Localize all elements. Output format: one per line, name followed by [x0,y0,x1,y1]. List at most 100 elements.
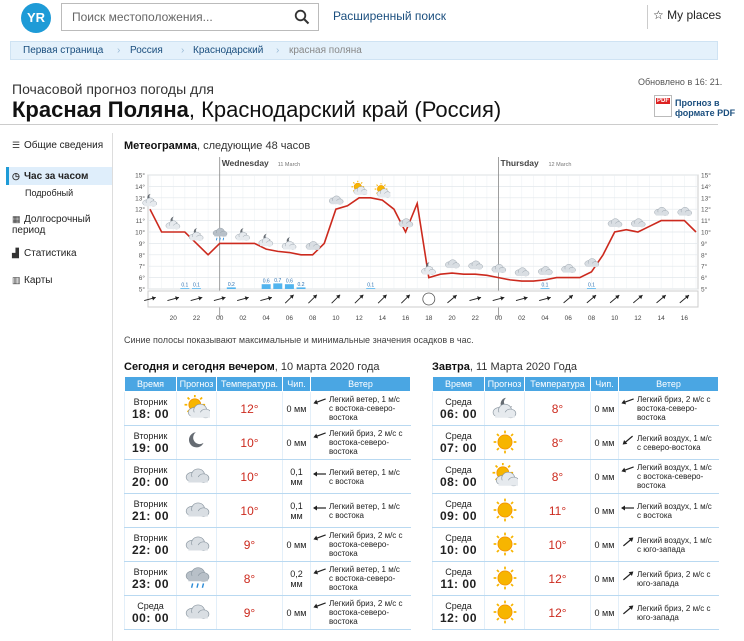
wind-text: Легкий воздух, 1 м/с с юго-запада [637,535,712,554]
y-tick-label: 14° [135,183,145,191]
temperature-cell: 8° [216,561,283,596]
day-label: Thursday [501,158,540,168]
precip-bar [273,283,283,289]
wind-cell: Легкий бриз, 2 м/с с востока-северо-вост… [618,391,719,426]
yr-logo[interactable]: YR [21,3,51,33]
temperature-cell: 9° [216,527,283,562]
weekday: Вторник [133,567,168,577]
breadcrumb-current: красная поляна [289,45,362,56]
precip-label: 0.2 [228,282,235,288]
col-header: Чип. [282,376,311,392]
precip-label: 0.6 [263,279,270,285]
breadcrumb-separator-icon: › [117,45,121,56]
hour: 22: 00 [131,543,170,557]
y-tick-label-right: 8° [701,251,708,259]
today-title-bold: Сегодня и сегодня вечером [124,361,275,373]
precipitation-cell: 0 мм [590,425,619,460]
breadcrumb-home[interactable]: Первая страница [23,45,103,56]
divider [647,5,648,29]
table-row: Вторник 22: 00 9° 0 мм Легкий бриз, 2 м/с с … [124,527,411,562]
x-tick-label: 16 [402,315,410,322]
sidebar-item-statistics[interactable]: ▟ Статистика [12,248,77,259]
wind-cell: Легкий воздух, 1 м/с с востока [618,493,719,528]
y-tick-label-right: 10° [701,229,711,237]
x-tick-label: 08 [588,315,596,322]
tomorrow-title-rest: , 11 Марта 2020 Года [469,361,577,373]
calendar-icon: ▦ [12,214,21,224]
y-tick-label-right: 13° [701,194,711,202]
forecast-cell [176,459,217,494]
y-tick-label: 12° [135,206,145,214]
time-cell: Среда 11: 00 [432,561,485,596]
precipitation-cell: 0 мм [282,595,311,630]
precip-label: 0.7 [274,278,281,284]
breadcrumb: Первая страница › Россия › Краснодарский… [10,41,718,60]
time-cell: Вторник 18: 00 [124,391,177,426]
hour: 00: 00 [131,611,170,625]
today-forecast-table: Время Прогноз Температура. Чип. Ветер Вт… [124,376,411,630]
search-input[interactable] [62,4,282,30]
weekday: Среда [445,601,472,611]
precipitation-cell: 0 мм [282,391,311,426]
temperature-cell: 12° [524,561,591,596]
my-places-button[interactable]: ☆ My places [653,8,721,22]
x-tick-label: 04 [541,315,549,322]
time-cell: Среда 07: 00 [432,425,485,460]
weekday: Вторник [133,465,168,475]
moon-icon [188,431,203,447]
x-tick-label: 14 [658,315,666,322]
y-tick-label-right: 11° [701,217,711,225]
sidebar-item-label: Час за часом [24,171,89,182]
forecast-cell [176,425,217,460]
sun-icon [493,566,516,589]
sidebar-item-overview[interactable]: ☰ Общие сведения [12,140,108,151]
pdf-icon[interactable]: PDF [654,95,672,117]
wind-text: Легкий бриз, 2 м/с с юго-запада [637,603,711,622]
weekday: Вторник [133,533,168,543]
table-row: Среда 09: 00 11° 0 мм Легкий воздух, 1 м/с с… [432,493,719,528]
sidebar-item-detailed[interactable]: Подробный [25,188,73,199]
hour: 23: 00 [131,577,170,591]
wind-arrow-ene-icon [621,398,634,405]
pdf-link[interactable]: Прогноз в формате PDF [675,98,739,118]
wind-cell: Легкий бриз, 2 м/с с востока-северо-вост… [310,527,411,562]
precip-label: 0.1 [193,283,200,289]
meteogram-note: Синие полосы показывают максимальные и м… [124,335,474,345]
top-bar: YR Расширенный поиск ☆ My places [0,0,744,36]
sidebar-item-label: Общие сведения [24,140,104,151]
wind-arrow-sw-icon [623,571,634,580]
breadcrumb-country[interactable]: Россия [130,45,163,56]
breadcrumb-separator-icon: › [181,45,185,56]
temperature-cell: 8° [524,425,591,460]
wind-cell: Легкий воздух, 1 м/с с северо-востока [618,425,719,460]
y-tick-label: 10° [135,229,145,237]
weekday: Среда [445,567,472,577]
table-row: Среда 00: 00 9° 0 мм Легкий бриз, 2 м/с с во… [124,595,411,630]
precip-label: 0.1 [542,283,549,289]
wind-cell: Легкий бриз, 2 м/с с юго-запада [618,561,719,596]
time-cell: Среда 10: 00 [432,527,485,562]
cloudy-icon [185,604,209,619]
precipitation-cell: 0 мм [590,561,619,596]
wind-arrow-ne-icon [622,435,633,444]
page-subtitle: Почасовой прогноз погоды для [12,81,214,97]
wind-text: Легкий бриз, 2 м/с с юго-запада [637,569,711,588]
sun-icon [493,600,516,623]
col-header: Температура. [216,376,283,392]
sidebar-item-maps[interactable]: ▥ Карты [12,275,53,286]
breadcrumb-region[interactable]: Краснодарский [193,45,263,56]
search-icon[interactable] [294,9,310,25]
table-row: Вторник 18: 00 12° 0 мм Легкий ветер, 1 м/с … [124,391,411,426]
table-row: Среда 12: 00 12° 0 мм Легкий бриз, 2 м/с с ю… [432,595,719,630]
page-title: Красная Поляна, Краснодарский край (Росс… [12,97,501,123]
sidebar-item-longterm[interactable]: ▦ Долгосрочный период [12,214,108,236]
precipitation-cell: 0 мм [590,391,619,426]
wind-arrow-ene-icon [313,398,326,405]
advanced-search-link[interactable]: Расширенный поиск [333,9,446,23]
hour: 18: 00 [131,407,170,421]
wind-cell: Легкий ветер, 1 м/с с востока-северо-вос… [310,391,411,426]
table-row: Среда 07: 00 8° 0 мм Легкий воздух, 1 м/с с … [432,425,719,460]
precipitation-cell: 0 мм [590,493,619,528]
time-cell: Вторник 20: 00 [124,459,177,494]
sidebar-item-hourly[interactable]: ◷ Час за часом [12,171,88,182]
